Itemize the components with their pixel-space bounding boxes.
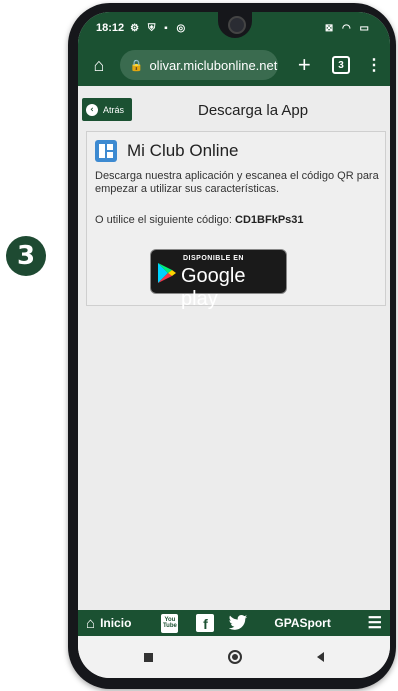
youtube-text-bottom: Tube bbox=[162, 623, 177, 629]
recents-button[interactable] bbox=[144, 652, 153, 662]
status-system-icons: ⊠ ◠ ▭ bbox=[325, 23, 372, 34]
back-button-label: Atrás bbox=[103, 104, 125, 115]
back-nav-button[interactable] bbox=[317, 652, 324, 662]
step-number-badge: 3 bbox=[6, 236, 46, 276]
hamburger-menu-icon[interactable]: ☰ bbox=[368, 613, 382, 633]
google-play-small-text: DISPONIBLE EN bbox=[183, 255, 244, 262]
app-description: Descarga nuestra aplicación y escanea el… bbox=[95, 170, 379, 196]
home-button[interactable] bbox=[228, 650, 242, 664]
mute-icon: ⊠ bbox=[324, 22, 337, 34]
app-header: Mi Club Online bbox=[95, 140, 239, 162]
url-text: olivar.miclubonline.net bbox=[149, 57, 278, 73]
tab-switcher-button[interactable]: 3 bbox=[332, 56, 350, 74]
status-notification-icons: ⚙ ⛨ ▪ ◎ bbox=[130, 23, 188, 34]
browser-toolbar: ⌂ 🔒 olivar.miclubonline.net + 3 ⋮ bbox=[78, 44, 390, 86]
status-time: 18:12 bbox=[96, 22, 125, 34]
twitter-icon[interactable] bbox=[228, 614, 248, 632]
facebook-icon[interactable]: f bbox=[196, 614, 215, 632]
phone-screen: 18:12 ⚙ ⛨ ▪ ◎ ⊠ ◠ ▭ ⌂ 🔒 olivar.miclubonl… bbox=[78, 12, 390, 678]
home-icon[interactable]: ⌂ bbox=[86, 615, 95, 632]
youtube-icon[interactable]: You Tube bbox=[161, 613, 179, 633]
wifi-icon: ◠ bbox=[342, 22, 354, 34]
system-nav-bar bbox=[78, 636, 390, 678]
page-title: Descarga la App bbox=[198, 102, 309, 119]
back-arrow-icon: ‹ bbox=[86, 103, 98, 116]
lock-icon: 🔒 bbox=[129, 59, 144, 72]
url-field[interactable]: 🔒 olivar.miclubonline.net bbox=[119, 50, 279, 80]
nav-brand[interactable]: GPASport bbox=[274, 616, 330, 630]
page-header: ‹ Atrás Descarga la App bbox=[78, 86, 390, 126]
code-line: O utilice el siguiente código: CD1BFkPs3… bbox=[95, 214, 304, 226]
code-prefix: O utilice el siguiente código: bbox=[95, 214, 236, 226]
google-play-button[interactable]: DISPONIBLE EN Google play bbox=[150, 249, 287, 310]
home-icon[interactable]: ⌂ bbox=[86, 52, 112, 78]
new-tab-icon[interactable]: + bbox=[292, 52, 316, 78]
battery-icon: ▭ bbox=[359, 22, 372, 34]
settings-icon: ⚙ bbox=[130, 22, 143, 34]
back-button[interactable]: ‹ Atrás bbox=[82, 98, 133, 121]
shield-icon: ⛨ bbox=[147, 22, 159, 34]
message-icon: ▪ bbox=[164, 22, 171, 34]
access-code: CD1BFkPs31 bbox=[235, 214, 304, 226]
google-play-big-text: Google play bbox=[181, 265, 246, 310]
app-download-card: Mi Club Online Descarga nuestra aplicaci… bbox=[86, 131, 386, 310]
app-name: Mi Club Online bbox=[127, 141, 239, 160]
whatsapp-icon: ◎ bbox=[176, 22, 189, 34]
google-play-icon bbox=[158, 263, 176, 283]
nav-home-label[interactable]: Inicio bbox=[100, 616, 131, 630]
more-menu-icon[interactable]: ⋮ bbox=[366, 55, 382, 75]
bottom-nav: ⌂ Inicio You Tube f GPASport ☰ bbox=[78, 610, 390, 636]
app-logo-icon bbox=[95, 140, 117, 162]
